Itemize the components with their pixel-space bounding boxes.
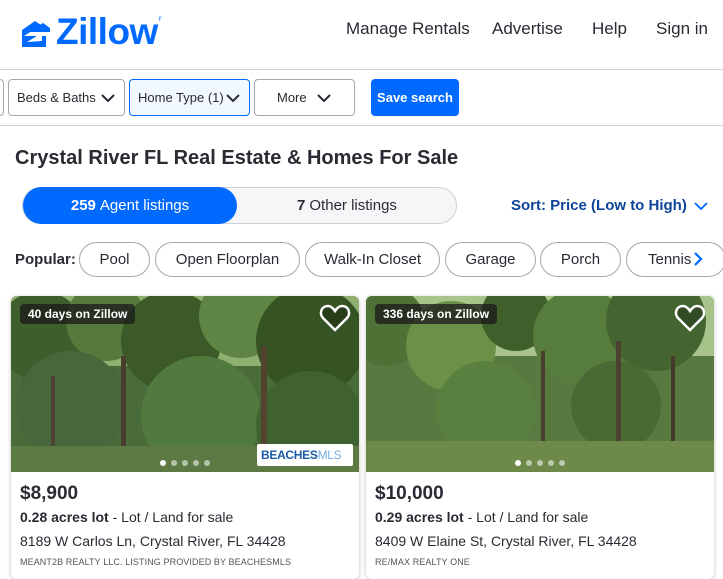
logo-registered-mark: r: [158, 14, 162, 23]
lot-size: 0.29 acres lot: [375, 509, 464, 525]
carousel-dot[interactable]: [548, 460, 554, 466]
tab-other-listings[interactable]: 7 Other listings: [237, 188, 457, 223]
chevron-down-icon: [226, 94, 240, 103]
lot-size: 0.28 acres lot: [20, 509, 109, 525]
listing-type-tabs: 259 Agent listings 7 Other listings: [22, 187, 457, 224]
listing-broker: MEANT2B REALTY LLC. Listing provided by …: [20, 557, 292, 567]
chip-tennis[interactable]: Tennis: [626, 242, 723, 277]
listing-price: $10,000: [375, 483, 444, 504]
chip-open-floorplan[interactable]: Open Floorplan: [155, 242, 300, 277]
other-listings-count: 7: [297, 197, 306, 214]
carousel-dot[interactable]: [193, 460, 199, 466]
more-label: More: [277, 90, 307, 105]
listing-photo[interactable]: 40 days on Zillow BEACHES MLS: [11, 296, 359, 472]
sort-value: Price (Low to High): [550, 197, 687, 214]
carousel-dot[interactable]: [537, 460, 543, 466]
beds-baths-filter-button[interactable]: Beds & Baths: [8, 79, 125, 116]
zillow-logo-icon: [22, 16, 50, 47]
listing-card[interactable]: 40 days on Zillow BEACHES MLS $8,900 0.28…: [11, 296, 359, 579]
listing-details: 0.28 acres lot - Lot / Land for sale: [20, 509, 233, 525]
nav-manage-rentals[interactable]: Manage Rentals: [346, 19, 470, 39]
listing-card[interactable]: 336 days on Zillow $10,000 0.29 acres lo…: [366, 296, 714, 579]
carousel-dot[interactable]: [559, 460, 565, 466]
carousel-dot[interactable]: [515, 460, 521, 466]
nav-sign-in[interactable]: Sign in: [656, 19, 708, 39]
zillow-logo[interactable]: Zillow r: [18, 13, 162, 50]
chevron-right-icon[interactable]: [690, 251, 706, 267]
listing-address[interactable]: 8409 W Elaine St, Crystal River, FL 3442…: [375, 533, 637, 549]
listing-type: - Lot / Land for sale: [108, 509, 234, 525]
chip-walk-in-closet[interactable]: Walk-In Closet: [305, 242, 440, 277]
heart-save-icon[interactable]: [319, 302, 351, 334]
chip-garage[interactable]: Garage: [445, 242, 536, 277]
heart-save-icon[interactable]: [674, 302, 706, 334]
days-on-zillow-badge: 336 days on Zillow: [375, 304, 498, 324]
nav-help[interactable]: Help: [592, 19, 627, 39]
tab-agent-listings[interactable]: 259 Agent listings: [23, 187, 237, 224]
top-header: Zillow r Manage Rentals Advertise Help S…: [0, 0, 723, 70]
listing-address[interactable]: 8189 W Carlos Ln, Crystal River, FL 3442…: [20, 533, 286, 549]
listing-photo[interactable]: 336 days on Zillow: [366, 296, 714, 472]
page-title: Crystal River FL Real Estate & Homes For…: [15, 147, 459, 169]
carousel-dot[interactable]: [171, 460, 177, 466]
listing-type: - Lot / Land for sale: [463, 509, 589, 525]
home-type-label: Home Type (1): [138, 90, 224, 105]
filter-bar: Beds & Baths Home Type (1) More Save sea…: [0, 70, 723, 126]
days-on-zillow-badge: 40 days on Zillow: [20, 304, 136, 324]
agent-listings-label: Agent listings: [99, 197, 190, 214]
chip-pool[interactable]: Pool: [79, 242, 150, 277]
filter-price-button-clipped[interactable]: [0, 79, 4, 116]
listing-broker: RE/MAX REALTY ONE: [375, 557, 470, 567]
listing-price: $8,900: [20, 483, 79, 504]
chevron-down-icon: [101, 94, 115, 103]
home-type-filter-button[interactable]: Home Type (1): [129, 79, 250, 116]
popular-label: Popular:: [15, 251, 76, 268]
logo-wordmark: Zillow: [56, 11, 158, 52]
carousel-dot[interactable]: [526, 460, 532, 466]
photo-carousel-dots: [366, 460, 714, 466]
sort-label: Sort:: [511, 197, 546, 214]
listing-details: 0.29 acres lot - Lot / Land for sale: [375, 509, 588, 525]
nav-advertise[interactable]: Advertise: [492, 19, 563, 39]
beds-baths-label: Beds & Baths: [17, 90, 96, 105]
beaches-mls-logo: BEACHES MLS: [257, 444, 353, 466]
chevron-down-icon: [317, 94, 331, 103]
carousel-dot[interactable]: [182, 460, 188, 466]
agent-listings-count: 259: [70, 197, 96, 214]
chevron-down-icon: [694, 201, 708, 210]
other-listings-label: Other listings: [309, 197, 397, 214]
sort-dropdown[interactable]: Sort: Price (Low to High): [511, 197, 709, 214]
chip-porch[interactable]: Porch: [540, 242, 621, 277]
save-search-button[interactable]: Save search: [371, 79, 459, 116]
carousel-dot[interactable]: [160, 460, 166, 466]
more-filter-button[interactable]: More: [254, 79, 355, 116]
carousel-dot[interactable]: [204, 460, 210, 466]
